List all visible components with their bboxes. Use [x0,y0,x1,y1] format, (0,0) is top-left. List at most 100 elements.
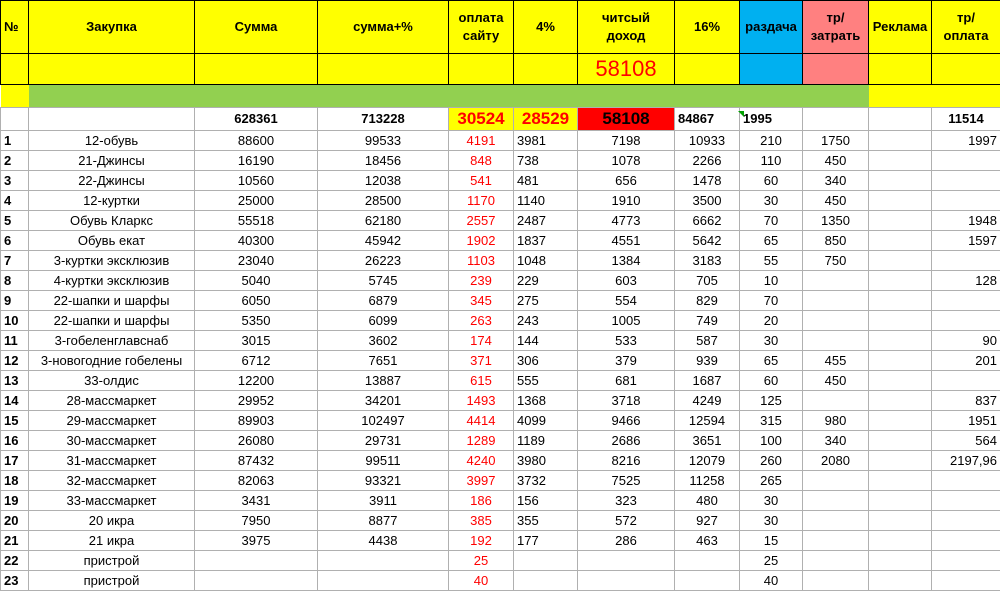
oplata-cell[interactable]: 1902 [448,230,514,251]
row-number[interactable]: 22 [0,550,29,571]
razdacha-cell[interactable]: 15 [739,530,803,551]
pct16-cell[interactable]: 3500 [674,190,740,211]
pct16-cell[interactable]: 1687 [674,370,740,391]
pct16-cell[interactable]: 10933 [674,130,740,151]
item-name[interactable]: Обувь Кларкс [28,210,195,231]
row-number[interactable]: 5 [0,210,29,231]
reklama-cell[interactable] [868,190,932,211]
pct16-cell[interactable]: 749 [674,310,740,331]
zatrat-cell[interactable] [802,510,869,531]
pct16-cell[interactable]: 6662 [674,210,740,231]
chist-cell[interactable]: 603 [577,270,675,291]
row-number[interactable]: 10 [0,310,29,331]
chist-cell[interactable]: 1078 [577,150,675,171]
zatrat-cell[interactable]: 850 [802,230,869,251]
reklama-cell[interactable] [868,290,932,311]
zatrat-cell[interactable] [802,270,869,291]
header-tr-zatrat[interactable]: тр/затрать [802,0,869,54]
summa-cell[interactable]: 87432 [194,450,318,471]
pct4-cell[interactable]: 1189 [513,430,578,451]
item-name[interactable]: 32-массмаркет [28,470,195,491]
pct16-cell[interactable] [674,550,740,571]
row-number[interactable]: 7 [0,250,29,271]
summa-cell[interactable]: 5040 [194,270,318,291]
razdacha-cell[interactable]: 20 [739,310,803,331]
pct4-cell[interactable] [513,550,578,571]
chist-cell[interactable]: 1910 [577,190,675,211]
pct4-cell[interactable]: 3981 [513,130,578,151]
summa-pct-cell[interactable]: 45942 [317,230,449,251]
header-summa[interactable]: Сумма [194,0,318,54]
reklama-cell[interactable] [868,410,932,431]
tr-oplata-cell[interactable]: 1951 [931,410,1000,431]
razdacha-cell[interactable]: 125 [739,390,803,411]
item-name[interactable]: 28-массмаркет [28,390,195,411]
zatrat-cell[interactable] [802,550,869,571]
razdacha-cell[interactable]: 40 [739,570,803,591]
header-reklama[interactable]: Реклама [868,0,932,54]
razdacha-cell[interactable]: 30 [739,510,803,531]
zatrat-cell[interactable]: 450 [802,150,869,171]
pct4-cell[interactable]: 275 [513,290,578,311]
oplata-cell[interactable]: 263 [448,310,514,331]
tr-oplata-cell[interactable] [931,310,1000,331]
pct16-cell[interactable]: 705 [674,270,740,291]
pct16-cell[interactable]: 12079 [674,450,740,471]
tr-oplata-cell[interactable] [931,470,1000,491]
chist-cell[interactable]: 554 [577,290,675,311]
tr-oplata-cell[interactable]: 1597 [931,230,1000,251]
pct4-cell[interactable]: 1837 [513,230,578,251]
header-zakupka[interactable]: Закупка [28,0,195,54]
zatrat-cell[interactable]: 450 [802,190,869,211]
zatrat-cell[interactable] [802,570,869,591]
zatrat-cell[interactable]: 455 [802,350,869,371]
oplata-cell[interactable]: 174 [448,330,514,351]
pct4-cell[interactable]: 355 [513,510,578,531]
summa-cell[interactable]: 26080 [194,430,318,451]
chist-cell[interactable]: 572 [577,510,675,531]
razdacha-cell[interactable]: 30 [739,190,803,211]
razdacha-cell[interactable]: 65 [739,350,803,371]
total-summa[interactable]: 628361 [194,107,318,131]
row-number[interactable]: 18 [0,470,29,491]
razdacha-cell[interactable]: 30 [739,490,803,511]
pct4-cell[interactable]: 3980 [513,450,578,471]
reklama-cell[interactable] [868,330,932,351]
row-number[interactable]: 1 [0,130,29,151]
item-name[interactable]: 31-массмаркет [28,450,195,471]
zatrat-cell[interactable]: 1350 [802,210,869,231]
row-number[interactable]: 8 [0,270,29,291]
row-number[interactable]: 23 [0,570,29,591]
pct16-cell[interactable]: 587 [674,330,740,351]
highlight-income-cell[interactable]: 58108 [577,53,675,85]
zatrat-cell[interactable]: 2080 [802,450,869,471]
razdacha-cell[interactable]: 65 [739,230,803,251]
summa-cell[interactable]: 3975 [194,530,318,551]
oplata-cell[interactable]: 4191 [448,130,514,151]
summa-pct-cell[interactable]: 6879 [317,290,449,311]
razdacha-cell[interactable]: 100 [739,430,803,451]
tr-oplata-cell[interactable]: 1948 [931,210,1000,231]
summa-cell[interactable]: 23040 [194,250,318,271]
pct16-cell[interactable] [674,570,740,591]
oplata-cell[interactable]: 385 [448,510,514,531]
summa-pct-cell[interactable]: 99533 [317,130,449,151]
zatrat-cell[interactable] [802,530,869,551]
zatrat-cell[interactable] [802,470,869,491]
zatrat-cell[interactable] [802,490,869,511]
zatrat-cell[interactable] [802,390,869,411]
oplata-cell[interactable]: 615 [448,370,514,391]
header-summa-pct[interactable]: сумма+% [317,0,449,54]
header-pct4[interactable]: 4% [513,0,578,54]
pct4-cell[interactable]: 481 [513,170,578,191]
tr-oplata-cell[interactable]: 564 [931,430,1000,451]
oplata-cell[interactable]: 1493 [448,390,514,411]
pct16-cell[interactable]: 11258 [674,470,740,491]
summa-pct-cell[interactable]: 29731 [317,430,449,451]
summa-cell[interactable] [194,550,318,571]
summa-cell[interactable]: 3431 [194,490,318,511]
item-name[interactable]: 22-Джинсы [28,170,195,191]
pct16-cell[interactable]: 829 [674,290,740,311]
chist-cell[interactable] [577,550,675,571]
zatrat-cell[interactable]: 340 [802,430,869,451]
